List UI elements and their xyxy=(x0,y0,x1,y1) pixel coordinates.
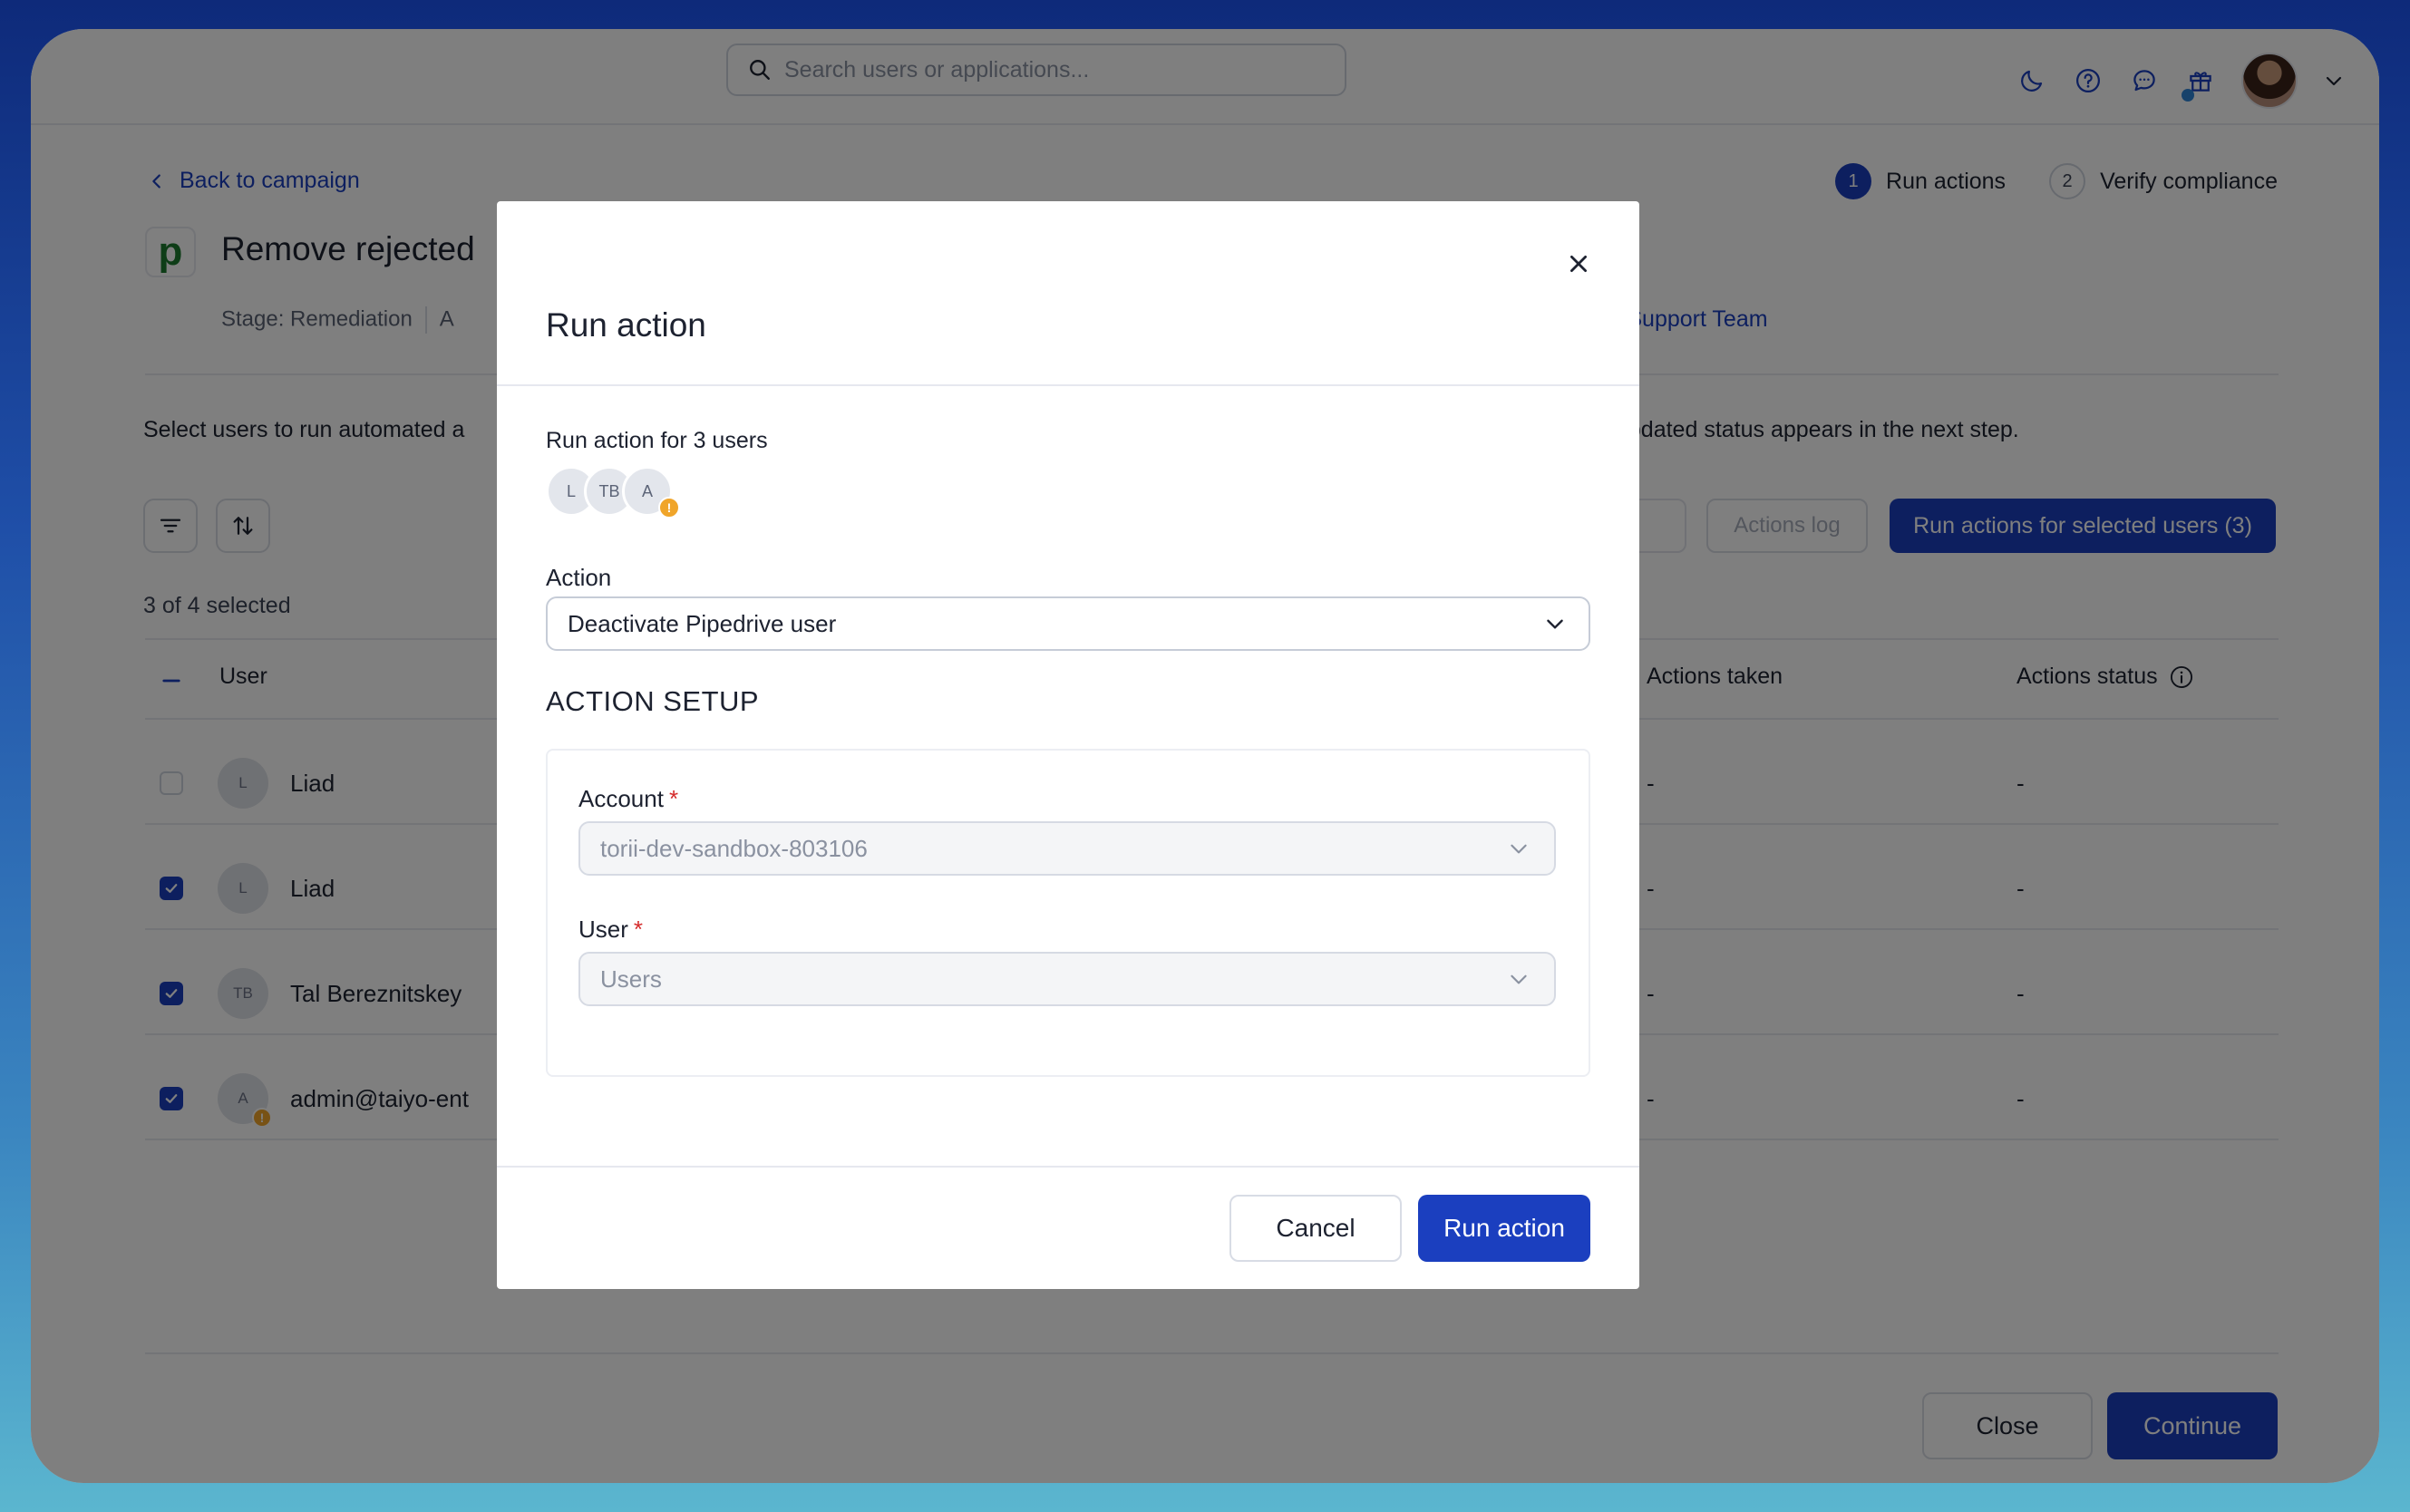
action-setup-panel xyxy=(546,749,1590,1077)
user-label-text: User xyxy=(578,916,628,943)
chevron-down-icon xyxy=(1547,619,1563,629)
app-window: Search users or applications... Bac xyxy=(31,29,2379,1483)
chevron-down-icon xyxy=(1511,974,1527,984)
required-mark: * xyxy=(668,785,679,812)
dialog-footer-divider xyxy=(497,1166,1639,1168)
action-select[interactable]: Deactivate Pipedrive user xyxy=(546,596,1590,651)
run-action-dialog: Run action Run action for 3 users L TB A… xyxy=(497,201,1639,1289)
dialog-subtitle: Run action for 3 users xyxy=(546,428,768,453)
account-label-text: Account xyxy=(578,785,664,812)
dialog-title: Run action xyxy=(546,306,706,344)
account-select[interactable]: torii-dev-sandbox-803106 xyxy=(578,821,1556,876)
cancel-button[interactable]: Cancel xyxy=(1229,1195,1402,1262)
action-setup-heading: ACTION SETUP xyxy=(546,685,760,717)
required-mark: * xyxy=(633,916,644,943)
chevron-down-icon xyxy=(1511,844,1527,854)
action-label: Action xyxy=(546,564,612,591)
action-select-value: Deactivate Pipedrive user xyxy=(568,609,837,637)
dialog-header-divider xyxy=(497,384,1639,386)
run-action-button[interactable]: Run action xyxy=(1418,1195,1590,1262)
warning-icon: ! xyxy=(658,497,680,519)
user-select[interactable]: Users xyxy=(578,952,1556,1006)
user-label: User * xyxy=(578,916,643,944)
selected-users-avatars: L TB A ! xyxy=(546,466,691,524)
close-icon[interactable] xyxy=(1563,248,1594,279)
account-label: Account * xyxy=(578,785,678,813)
user-select-placeholder: Users xyxy=(600,964,662,993)
account-select-value: torii-dev-sandbox-803106 xyxy=(600,834,868,862)
